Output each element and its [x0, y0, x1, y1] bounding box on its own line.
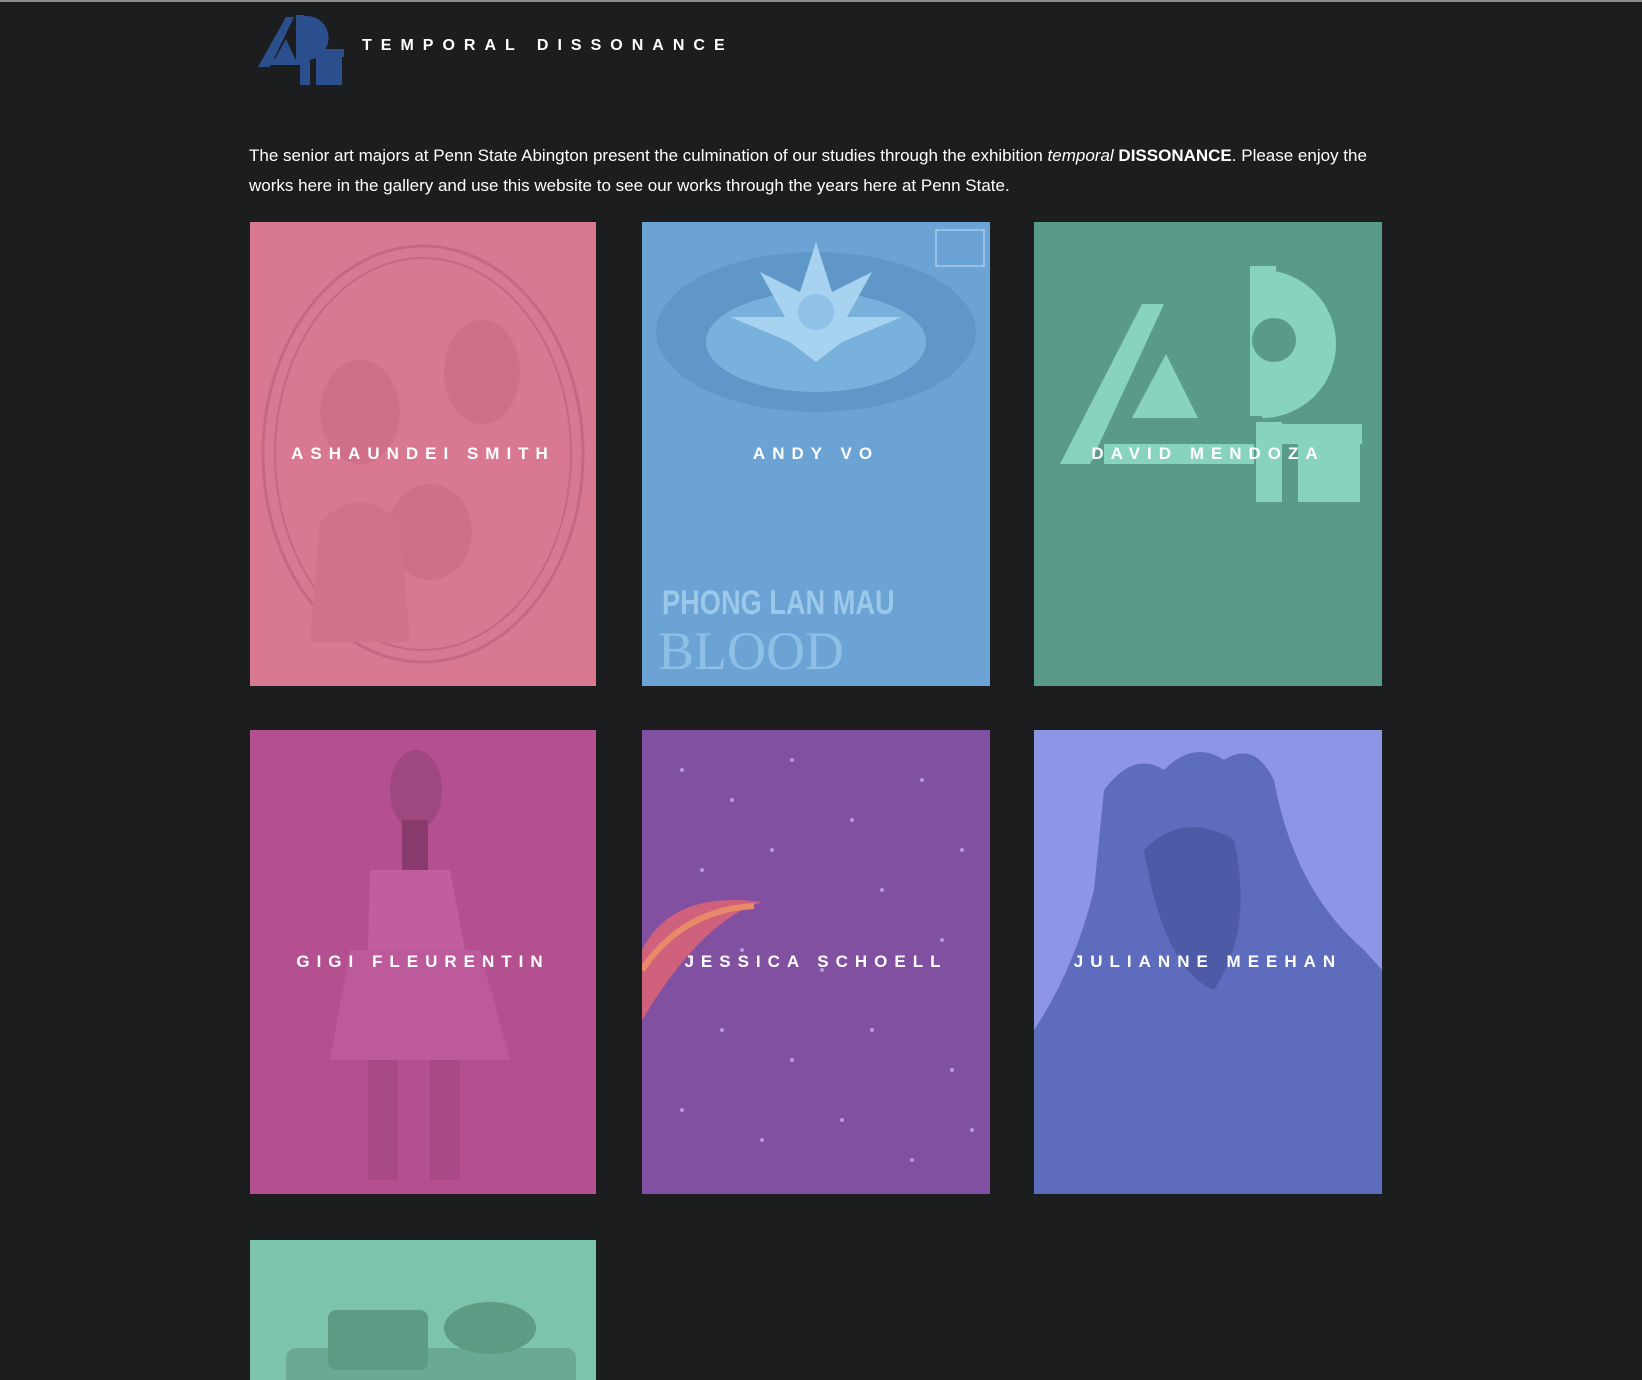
intro-italic: temporal	[1047, 146, 1114, 165]
poster-title-vietnamese: PHONG LAN MAU	[662, 584, 895, 622]
poster-title-english: BLOOD LOTUS	[658, 621, 844, 686]
artist-card-andy-vo[interactable]: PHONG LAN MAU BLOOD LOTUS ANDY VO	[642, 222, 990, 686]
artist-name: JESSICA SCHOELL	[684, 952, 948, 971]
artist-name: ASHAUNDEI SMITH	[291, 444, 555, 463]
artist-card-julianne-meehan[interactable]: JULIANNE MEEHAN	[1034, 730, 1382, 1194]
artist-name: GIGI FLEURENTIN	[296, 952, 550, 971]
artist-name: ANDY VO	[752, 444, 880, 463]
ceramic-artwork	[286, 1302, 576, 1380]
intro-text: The senior art majors at Penn State Abin…	[249, 141, 1394, 201]
artist-card-gigi-fleurentin[interactable]: GIGI FLEURENTIN	[250, 730, 596, 1194]
artist-name: JULIANNE MEEHAN	[1073, 952, 1343, 971]
artist-card-7[interactable]	[250, 1240, 596, 1380]
art-logo-icon[interactable]	[256, 9, 346, 87]
intro-text-start: The senior art majors at Penn State Abin…	[249, 146, 1048, 165]
intro-bold: DISSONANCE	[1118, 146, 1232, 165]
site-title[interactable]: TEMPORAL DISSONANCE	[362, 37, 734, 55]
site-header: TEMPORAL DISSONANCE	[256, 8, 956, 88]
top-border	[0, 0, 1642, 2]
artist-card-jessica-schoell[interactable]: JESSICA SCHOELL	[642, 730, 990, 1194]
artist-card-david-mendoza[interactable]: DAVID MENDOZA	[1034, 222, 1382, 686]
artist-name: DAVID MENDOZA	[1091, 444, 1325, 463]
artist-card-ashaundei-smith[interactable]: ASHAUNDEI SMITH	[250, 222, 596, 686]
